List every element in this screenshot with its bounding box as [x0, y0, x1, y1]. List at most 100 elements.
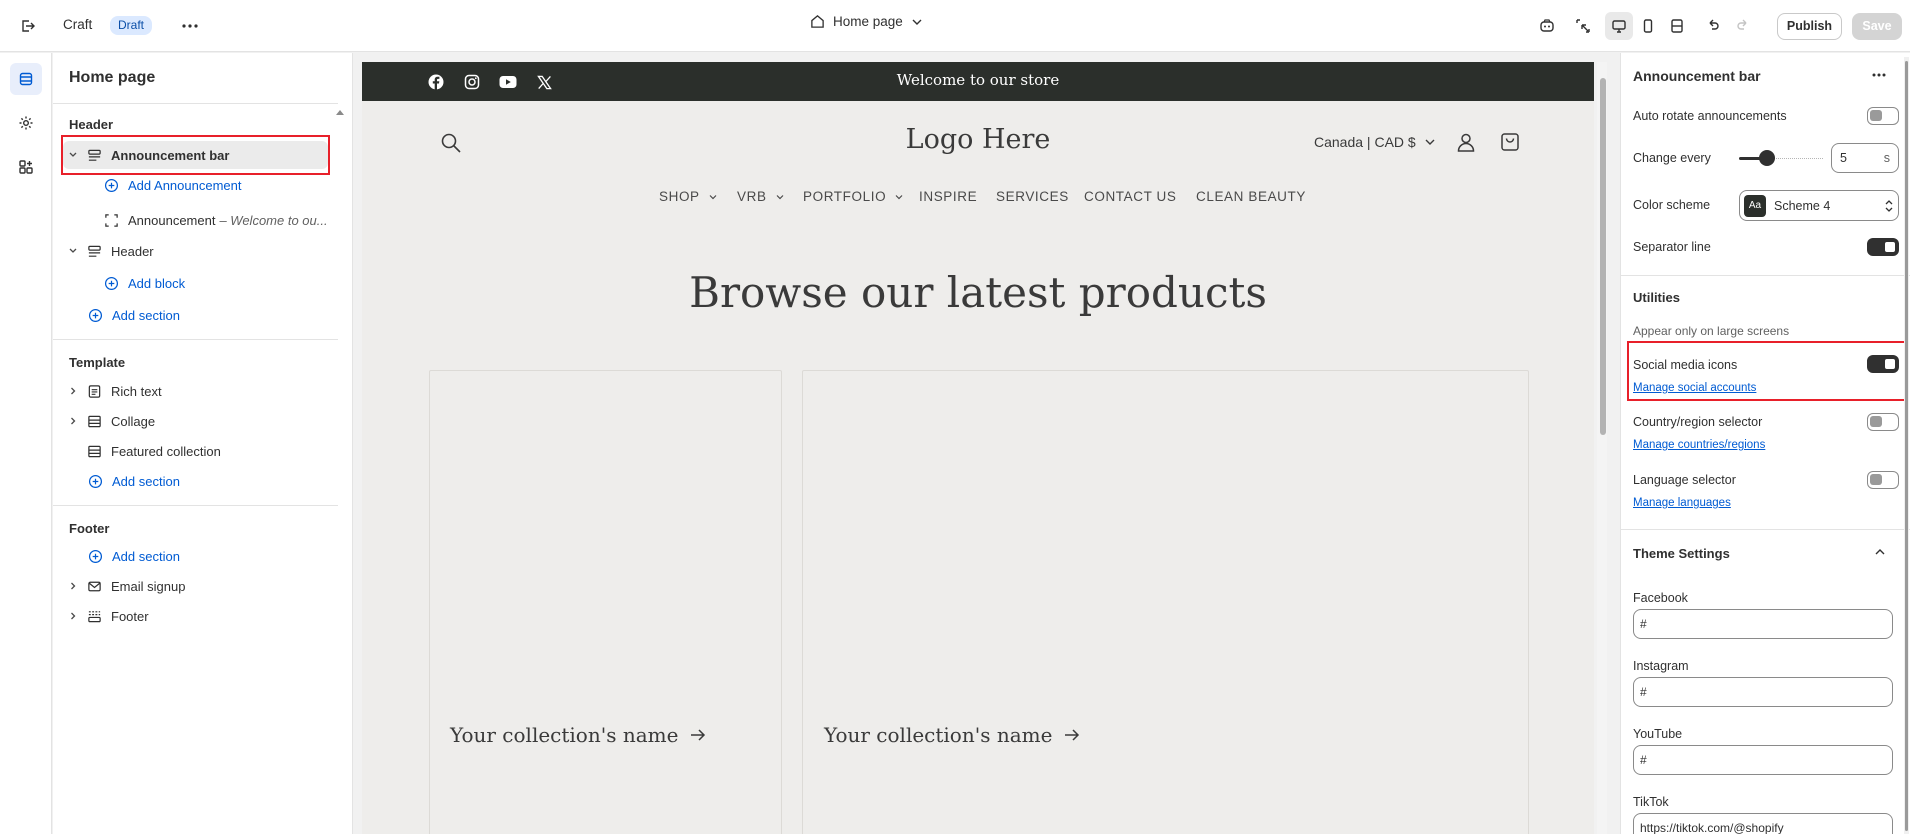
page-selector-label: Home page: [833, 14, 903, 29]
color-scheme-label: Color scheme: [1633, 198, 1711, 212]
collection-card[interactable]: Your collection's name: [429, 370, 782, 834]
divider: [53, 103, 338, 104]
divider: [1621, 275, 1910, 276]
exit-icon[interactable]: [14, 12, 42, 40]
nav-contact-us[interactable]: CONTACT US: [1084, 189, 1177, 204]
chevron-right-icon[interactable]: [67, 577, 79, 595]
nav-inspire[interactable]: INSPIRE: [919, 189, 977, 204]
slider-knob[interactable]: [1759, 150, 1775, 166]
home-icon: [811, 15, 824, 28]
add-block-link[interactable]: Add block: [102, 269, 185, 297]
large-screens-note: Appear only on large screens: [1633, 324, 1790, 338]
instagram-label: Instagram: [1633, 659, 1689, 673]
desktop-view-icon[interactable]: [1605, 12, 1633, 40]
collection-card[interactable]: Your collection's name: [802, 370, 1529, 834]
nav-portfolio[interactable]: PORTFOLIO: [803, 189, 904, 204]
locale-selector[interactable]: Canada | CAD $: [1314, 134, 1436, 150]
mobile-view-icon[interactable]: [1634, 12, 1662, 40]
undo-icon[interactable]: [1699, 12, 1727, 40]
chevron-up-icon[interactable]: [1874, 546, 1886, 561]
facebook-input[interactable]: #: [1633, 609, 1893, 639]
more-options-icon[interactable]: [176, 12, 204, 40]
color-scheme-swatch: Aa: [1744, 194, 1766, 217]
add-section-label: Add section: [112, 307, 180, 323]
add-section-template-link[interactable]: Add section: [86, 467, 180, 495]
color-scheme-value: Scheme 4: [1774, 198, 1831, 213]
ai-assist-icon[interactable]: [1533, 12, 1561, 40]
publish-button[interactable]: Publish: [1777, 13, 1842, 40]
redo-icon[interactable]: [1729, 12, 1757, 40]
manage-countries-link[interactable]: Manage countries/regions: [1633, 439, 1765, 451]
color-scheme-select[interactable]: Aa Scheme 4: [1739, 190, 1899, 221]
tiktok-input[interactable]: https://tiktok.com/@shopify: [1633, 813, 1893, 834]
more-options-icon[interactable]: [1865, 61, 1893, 89]
sidebar-item-collage[interactable]: Collage: [67, 407, 155, 435]
add-announcement-link[interactable]: Add Announcement: [102, 171, 241, 199]
sidebar-item-header[interactable]: Header: [67, 237, 154, 265]
plus-circle-icon: [86, 547, 104, 565]
page-selector[interactable]: Home page: [810, 14, 923, 29]
plus-circle-icon: [102, 176, 120, 194]
change-every-input[interactable]: 5 s: [1831, 143, 1899, 173]
preview-scrollbar-thumb[interactable]: [1600, 78, 1606, 435]
theme-settings-heading[interactable]: Theme Settings: [1633, 546, 1730, 561]
collection-name: Your collection's name: [824, 723, 1053, 747]
slider-track: [1767, 158, 1823, 159]
highlight-box: [1627, 341, 1906, 401]
nav-shop[interactable]: SHOP: [659, 189, 718, 204]
panel-scrollbar-thumb[interactable]: [1905, 61, 1908, 831]
nav-clean-beauty[interactable]: CLEAN BEAUTY: [1196, 189, 1306, 204]
change-every-value: 5: [1840, 151, 1847, 165]
add-block-label: Add block: [128, 275, 186, 291]
scroll-up-icon[interactable]: [333, 105, 347, 119]
apps-icon[interactable]: [12, 153, 40, 181]
sidebar-item-footer[interactable]: Footer: [67, 602, 149, 630]
sidebar-item-rich-text[interactable]: Rich text: [67, 377, 162, 405]
nav-label: CLEAN BEAUTY: [1196, 189, 1306, 204]
chevron-right-icon[interactable]: [67, 412, 79, 430]
add-section-footer-link[interactable]: Add section: [86, 542, 180, 570]
fullscreen-view-icon[interactable]: [1663, 12, 1691, 40]
auto-rotate-toggle[interactable]: [1867, 107, 1899, 125]
save-button[interactable]: Save: [1852, 13, 1902, 40]
utilities-heading: Utilities: [1633, 290, 1680, 305]
section-layout-icon: [85, 412, 103, 430]
featured-collection-label: Featured collection: [111, 443, 221, 459]
email-signup-label: Email signup: [111, 578, 186, 594]
country-selector-toggle[interactable]: [1867, 413, 1899, 431]
locale-label: Canada | CAD $: [1314, 134, 1416, 150]
nav-label: CONTACT US: [1084, 189, 1177, 204]
plus-circle-icon: [86, 306, 104, 324]
nav-label: PORTFOLIO: [803, 189, 887, 204]
separator-line-toggle[interactable]: [1867, 238, 1899, 256]
arrow-right-icon: [691, 729, 706, 741]
nav-label: INSPIRE: [919, 189, 978, 204]
section-layout-icon: [85, 242, 103, 260]
language-selector-toggle[interactable]: [1867, 471, 1899, 489]
separator-line-label: Separator line: [1633, 240, 1711, 254]
instagram-input[interactable]: #: [1633, 677, 1893, 707]
nav-vrb[interactable]: VRB: [737, 189, 785, 204]
youtube-input[interactable]: #: [1633, 745, 1893, 775]
chevron-down-icon[interactable]: [67, 242, 79, 260]
account-icon[interactable]: [1455, 131, 1477, 156]
manage-languages-link[interactable]: Manage languages: [1633, 497, 1731, 509]
announcement-text: Welcome to our store: [896, 71, 1060, 89]
add-section-header-link[interactable]: Add section: [86, 301, 180, 329]
divider: [1621, 529, 1910, 530]
chevron-right-icon[interactable]: [67, 607, 79, 625]
sidebar-item-email-signup[interactable]: Email signup: [67, 572, 185, 600]
change-every-slider[interactable]: [1739, 150, 1823, 166]
panel-title: Announcement bar: [1633, 68, 1761, 84]
theme-settings-icon[interactable]: [12, 109, 40, 137]
announcement-bar-preview[interactable]: Welcome to our store: [362, 62, 1594, 101]
sidebar-item-featured-collection[interactable]: Featured collection: [85, 437, 221, 465]
inspector-icon[interactable]: [1569, 12, 1597, 40]
nav-services[interactable]: SERVICES: [996, 189, 1069, 204]
sidebar-item-announcement[interactable]: Announcement – Welcome to ou...: [102, 206, 338, 234]
nav-label: SHOP: [659, 189, 700, 204]
chevron-down-icon: [912, 19, 922, 25]
sections-icon[interactable]: [10, 63, 42, 95]
chevron-right-icon[interactable]: [67, 382, 79, 400]
cart-icon[interactable]: [1499, 131, 1521, 156]
